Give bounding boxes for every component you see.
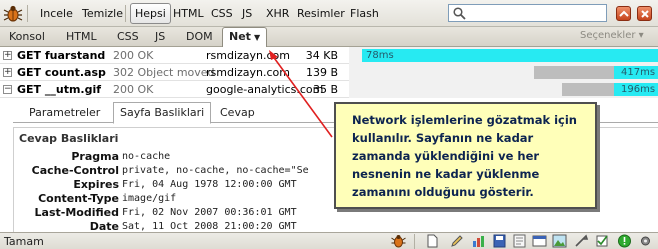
toolbar-separator [125,5,126,22]
request-size: 139 B [305,66,338,79]
request-status: 200 OK [113,83,154,96]
request-timeline: 196ms [349,81,658,98]
request-status: 302 Object moved [113,66,215,79]
callout-text: Network işlemlerine gözatmak için kullan… [352,113,577,199]
request-row[interactable]: + GET count.asp 302 Object moved rsmdiza… [0,64,658,81]
settings-icon[interactable] [638,234,653,248]
status-separator [414,234,415,249]
status-text: Tamam [4,235,44,248]
tab-css[interactable]: CSS [117,29,139,45]
header-value: Fri, 04 Aug 1978 12:00:00 GMT [122,179,297,190]
header-key: Cache-Control [31,164,119,177]
request-timeline: 78ms [349,47,658,64]
filter-xhr-button[interactable]: XHR [262,5,293,22]
request-timeline: 417ms [349,64,658,81]
firebug-status-icon[interactable] [391,234,406,248]
filter-images-button[interactable]: Resimler [293,5,349,22]
document-icon[interactable] [512,234,527,248]
chevron-up-icon [619,10,629,17]
header-value: no-cache [122,151,171,162]
filter-css-button[interactable]: CSS [207,5,237,22]
header-row: Date Sat, 11 Oct 2008 21:00:20 GMT [14,219,658,232]
save-icon[interactable] [492,234,507,248]
panel-tabs: Konsol HTML CSS JS DOM Net ▼ Seçenekler ▾ [0,27,658,47]
request-row[interactable]: − GET __utm.gif 200 OK google-analytics.… [0,81,658,98]
request-domain: rsmdizayn.com [206,66,290,79]
request-status: 200 OK [113,49,154,62]
search-icon [453,7,466,20]
request-row[interactable]: + GET fuarstand 200 OK rsmdizayn.com 34 … [0,47,658,64]
search-input[interactable] [448,4,607,22]
tab-console[interactable]: Konsol [9,29,45,45]
request-url: GET __utm.gif [17,83,102,96]
firebug-toolbar: Incele Temizle Hepsi HTML CSS JS XHR Res… [0,0,658,27]
clear-button[interactable]: Temizle [78,5,127,22]
filter-flash-button[interactable]: Flash [346,5,383,22]
page-icon[interactable] [425,234,440,248]
expand-icon[interactable]: + [3,51,12,60]
minimize-button[interactable] [616,6,631,21]
close-button[interactable] [637,6,652,21]
window-icon[interactable] [532,234,547,248]
collapse-icon[interactable]: − [3,85,12,94]
timeline-label: 196ms [621,84,656,95]
tools-icon[interactable] [574,234,589,248]
close-icon [641,10,649,18]
request-url: GET fuarstand [17,49,106,62]
annotation-callout: Network işlemlerine gözatmak için kullan… [334,102,597,209]
filter-html-button[interactable]: HTML [169,5,208,22]
options-menu[interactable]: Seçenekler ▾ [580,30,644,41]
section-title: Cevap Basliklari [19,132,119,145]
expand-icon[interactable]: + [3,68,12,77]
timeline-wait-bar [534,66,614,79]
request-url: GET count.asp [17,66,106,79]
header-value: Sat, 11 Oct 2008 21:00:20 GMT [122,221,297,232]
tab-net-label: Net [229,30,251,43]
tab-response[interactable]: Cevap [220,104,255,122]
tab-dom[interactable]: DOM [186,29,213,45]
chevron-down-icon: ▼ [253,33,261,42]
checkbox-icon[interactable] [595,234,610,248]
header-key: Pragma [71,150,119,163]
inspect-button[interactable]: Incele [36,5,77,22]
chart-icon[interactable] [471,234,486,248]
request-size: 35 B [312,83,338,96]
firebug-icon[interactable] [3,4,23,23]
tab-html[interactable]: HTML [66,29,97,45]
filter-all-button[interactable]: Hepsi [130,3,171,24]
request-domain: rsmdizayn.com [206,49,290,62]
tab-net[interactable]: Net ▼ [222,27,268,47]
tab-params[interactable]: Parametreler [29,104,100,122]
filter-js-button[interactable]: JS [238,5,256,22]
status-bar: Tamam [0,232,658,249]
header-key: Date [89,220,119,232]
status-ok-icon[interactable] [617,234,632,248]
pencil-icon[interactable] [450,234,465,248]
tab-js[interactable]: JS [155,29,165,45]
timeline-wait-bar [562,83,614,96]
header-key: Last-Modified [34,206,119,219]
request-size: 34 KB [305,49,338,62]
toolbar-separator [27,5,28,22]
header-value: image/gif [122,193,177,204]
timeline-label: 78ms [366,50,394,61]
timeline-bar [362,49,658,62]
header-value: Fri, 02 Nov 2007 00:36:01 GMT [122,207,297,218]
image-icon[interactable] [552,234,567,248]
timeline-label: 417ms [621,67,656,78]
header-value: private, no-cache, no-cache="Se [122,165,309,176]
header-key: Expires [73,178,119,191]
tab-headers[interactable]: Sayfa Basliklari [113,102,212,124]
header-key: Content-Type [38,192,119,205]
